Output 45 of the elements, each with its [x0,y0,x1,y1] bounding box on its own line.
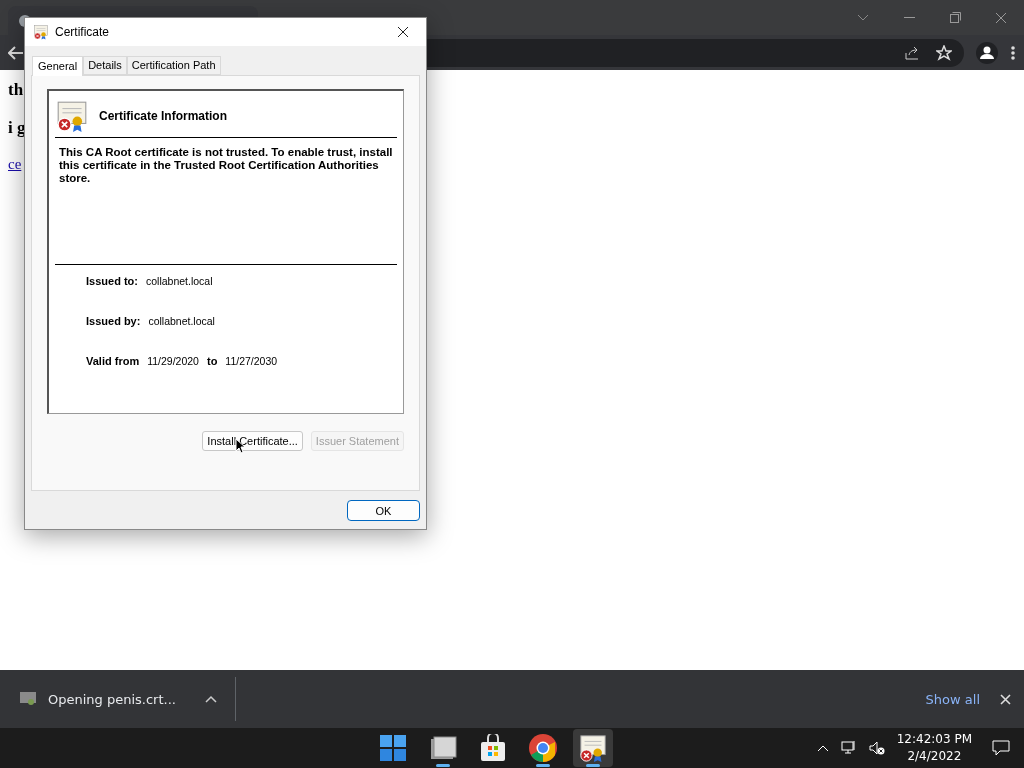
taskbar-app[interactable] [573,729,614,767]
menu-icon[interactable] [1010,44,1016,61]
certificate-icon [578,733,609,763]
info-heading: Certificate Information [99,109,227,123]
browser-icon [528,733,559,763]
minimize-icon[interactable] [903,16,915,19]
page-heading: th [8,80,25,100]
field-label: Issued by: [86,315,141,327]
certificate-file-icon [20,692,36,706]
restore-icon[interactable] [949,12,961,23]
field-value: collabnet.local [148,315,215,327]
dialog-tab[interactable]: General [32,56,84,76]
close-icon[interactable] [397,26,409,38]
field-value: 11/29/2020 [147,355,199,367]
field-label: Valid from [86,355,140,367]
field-value: 11/27/2030 [225,355,278,367]
ok-button[interactable]: OK [347,500,420,521]
clock-date: 2/4/2022 [907,748,962,765]
field-value: collabnet.local [145,275,213,287]
network-icon[interactable] [840,740,857,756]
dialog-tab[interactable]: Certification Path [126,56,221,75]
dialog-title: Certificate [55,25,111,39]
dialog-tab[interactable]: Details [83,56,127,75]
profile-icon[interactable] [976,41,998,64]
download-filename: Opening penis.crt... [48,691,177,707]
back-arrow-icon[interactable] [8,45,24,60]
chevron-down-icon[interactable] [857,13,869,22]
download-item[interactable]: Opening penis.crt... [0,677,236,721]
field-label: to [206,355,218,367]
notification-icon[interactable] [992,740,1010,756]
folder-icon [429,735,458,761]
show-all-link[interactable]: Show all [925,691,980,707]
field-label: Issued to: [86,275,138,287]
chevron-up-icon[interactable] [205,695,217,703]
trust-message: This CA Root certificate is not trusted. To enable trust, install this certificate in the Trusted Root Certification Authorities store. [59,146,393,186]
dialog-button[interactable]: Install Certificate... [202,431,303,451]
certificate-icon [55,99,89,133]
share-icon[interactable] [904,44,920,61]
windows-icon [380,735,407,761]
page-link[interactable]: ce [8,156,22,173]
certificate-icon [33,24,49,40]
shopping-bag-icon [480,734,507,762]
muted-speaker-icon[interactable] [868,740,885,756]
clock-time: 12:42:03 PM [896,731,972,748]
star-icon[interactable] [936,44,952,61]
